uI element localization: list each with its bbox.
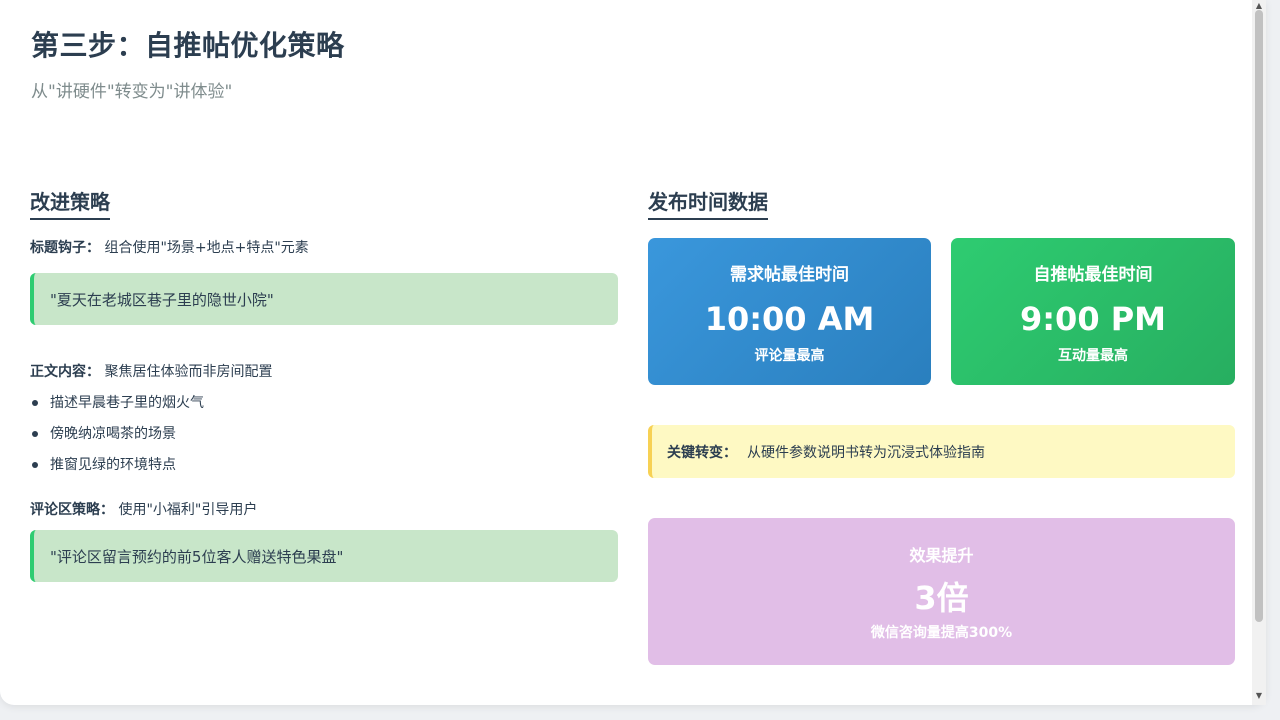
title-hook-example-text: "夏天在老城区巷子里的隐世小院" [50, 290, 274, 309]
self-card-label: 自推帖最佳时间 [1033, 265, 1153, 285]
title-hook-label: 标题钩子： [30, 240, 100, 256]
strategy-heading: 改进策略 [30, 186, 110, 220]
title-hook-text: 组合使用"场景+地点+特点"元素 [104, 240, 309, 256]
effect-note: 微信咨询量提高300% [870, 625, 1013, 641]
title-hook-line: 标题钩子： 组合使用"场景+地点+特点"元素 [30, 238, 618, 258]
timing-section: 发布时间数据 需求帖最佳时间 10:00 AM 评论量最高 自推帖最佳时间 9:… [648, 186, 1235, 665]
scrollbar-thumb[interactable] [1255, 10, 1263, 622]
comments-line: 评论区策略： 使用"小福利"引导用户 [30, 500, 618, 520]
comments-example-text: "评论区留言预约的前5位客人赠送特色果盘" [50, 547, 344, 566]
body-content-label: 正文内容： [30, 364, 100, 380]
demand-post-card: 需求帖最佳时间 10:00 AM 评论量最高 [648, 238, 931, 385]
body-content-line: 正文内容： 聚焦居住体验而非房间配置 [30, 362, 618, 382]
key-change-callout: 关键转变： 从硬件参数说明书转为沉浸式体验指南 [648, 425, 1235, 478]
demand-card-value: 10:00 AM [704, 300, 875, 338]
list-item: 推窗见绿的环境特点 [30, 455, 618, 486]
time-cards: 需求帖最佳时间 10:00 AM 评论量最高 自推帖最佳时间 9:00 PM 互… [648, 238, 1235, 385]
demand-card-label: 需求帖最佳时间 [730, 265, 849, 285]
strategy-section: 改进策略 标题钩子： 组合使用"场景+地点+特点"元素 "夏天在老城区巷子里的隐… [30, 186, 618, 582]
vertical-scrollbar[interactable]: ▲ ▼ [1252, 0, 1266, 705]
effect-value: 3倍 [914, 579, 969, 617]
page-title: 第三步：自推帖优化策略 [31, 29, 345, 62]
comments-label: 评论区策略： [30, 502, 114, 518]
key-change-label: 关键转变： [667, 444, 737, 461]
timing-heading: 发布时间数据 [648, 186, 768, 220]
self-post-card: 自推帖最佳时间 9:00 PM 互动量最高 [951, 238, 1235, 385]
list-item: 描述早晨巷子里的烟火气 [30, 393, 618, 424]
body-content-text: 聚焦居住体验而非房间配置 [104, 364, 273, 380]
body-content-bullets: 描述早晨巷子里的烟火气 傍晚纳凉喝茶的场景 推窗见绿的环境特点 [30, 393, 618, 486]
self-card-value: 9:00 PM [1019, 300, 1167, 338]
self-card-note: 互动量最高 [1058, 348, 1128, 364]
list-item: 傍晚纳凉喝茶的场景 [30, 424, 618, 455]
comments-example: "评论区留言预约的前5位客人赠送特色果盘" [30, 530, 618, 582]
key-change-text: 从硬件参数说明书转为沉浸式体验指南 [747, 444, 985, 461]
demand-card-note: 评论量最高 [754, 348, 825, 364]
effect-card: 效果提升 3倍 微信咨询量提高300% [648, 518, 1235, 665]
page-subtitle: 从"讲硬件"转变为"讲体验" [31, 82, 233, 102]
comments-text: 使用"小福利"引导用户 [118, 502, 258, 518]
scroll-down-arrow-icon[interactable]: ▼ [1252, 690, 1266, 702]
effect-label: 效果提升 [909, 546, 974, 565]
title-hook-example: "夏天在老城区巷子里的隐世小院" [30, 273, 618, 325]
page-container: 第三步：自推帖优化策略 从"讲硬件"转变为"讲体验" 改进策略 标题钩子： 组合… [0, 0, 1266, 705]
